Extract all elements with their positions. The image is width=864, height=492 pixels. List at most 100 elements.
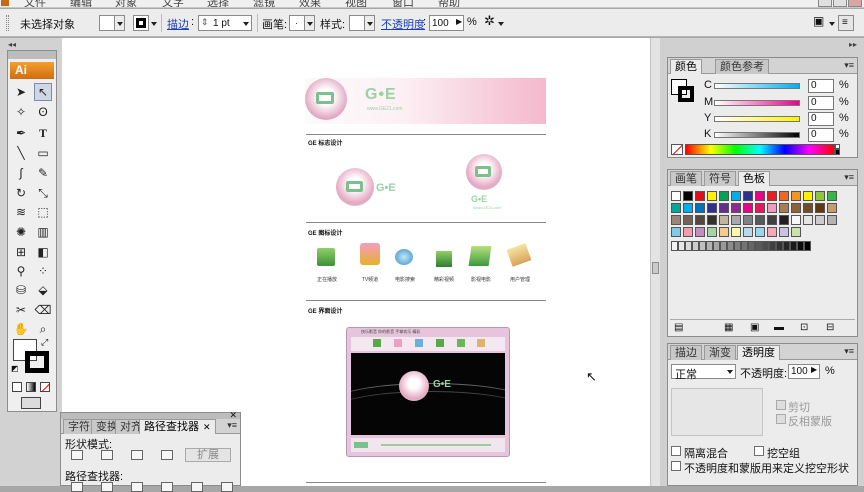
swatch[interactable] [707, 191, 717, 201]
swatch[interactable] [815, 203, 825, 213]
scale-tool-icon[interactable]: ⤡ [34, 184, 52, 202]
slider-y[interactable] [714, 116, 800, 122]
style-swatch[interactable] [349, 15, 365, 31]
swatch[interactable] [695, 215, 705, 225]
none-swatch[interactable] [671, 144, 683, 155]
swatch[interactable] [731, 191, 741, 201]
gray-swatch[interactable] [769, 241, 776, 251]
menu-view[interactable]: 视图 [345, 0, 367, 7]
swatch[interactable] [707, 215, 717, 225]
swatch[interactable] [779, 215, 789, 225]
swatch[interactable] [815, 215, 825, 225]
swatch[interactable] [683, 203, 693, 213]
direct-selection-tool-icon[interactable]: ↖ [34, 83, 52, 101]
swatch[interactable] [695, 191, 705, 201]
recolor-dropdown-arrow[interactable] [498, 22, 504, 26]
panel-opacity-field[interactable]: 100 ▶ [788, 364, 820, 379]
stepper-icon[interactable]: ⇕ [201, 17, 209, 28]
swatch[interactable] [731, 203, 741, 213]
eyedropper-tool-icon[interactable]: ⚲ [12, 262, 30, 280]
toolbox-header[interactable] [8, 51, 56, 59]
default-colors-icon[interactable]: ◩ [11, 364, 19, 373]
swatch[interactable] [719, 203, 729, 213]
vertical-scrollbar[interactable] [650, 38, 660, 486]
collapse-panels-icon[interactable]: ▸▸ [849, 40, 857, 49]
menu-filter[interactable]: 滤镜 [253, 0, 275, 7]
document-setup-icon[interactable]: ▣ [813, 14, 824, 28]
swatch-library-icon[interactable]: ▤ [674, 322, 683, 333]
tab-swatches[interactable]: 色板 [738, 171, 770, 186]
gray-swatch[interactable] [755, 241, 762, 251]
gray-swatch[interactable] [762, 241, 769, 251]
swatch[interactable] [791, 191, 801, 201]
swatch[interactable] [827, 215, 837, 225]
gray-swatch[interactable] [678, 241, 685, 251]
swatch[interactable] [755, 215, 765, 225]
brush-dropdown[interactable] [304, 15, 315, 31]
swatch[interactable] [827, 191, 837, 201]
recolor-icon[interactable]: ✲ [484, 13, 495, 29]
tab-transparency[interactable]: 透明度 [737, 345, 780, 360]
black-swatch[interactable] [835, 149, 840, 155]
new-swatch-icon[interactable]: ⊡ [800, 322, 808, 333]
panel-menu-icon[interactable]: ▾≡ [844, 172, 854, 183]
collapse-icon[interactable]: ◂◂ [8, 40, 16, 49]
grip-handle[interactable] [6, 15, 9, 31]
swatch[interactable] [731, 227, 741, 237]
style-dropdown[interactable] [364, 15, 375, 31]
swatch[interactable] [803, 215, 813, 225]
swatch[interactable] [719, 191, 729, 201]
menu-window[interactable]: 窗口 [392, 0, 414, 7]
gray-swatch[interactable] [713, 241, 720, 251]
panel-menu-icon[interactable]: ▾≡ [844, 60, 854, 71]
gray-swatch[interactable] [734, 241, 741, 251]
tab-gradient[interactable]: 渐变 [704, 345, 736, 360]
gray-swatch[interactable] [671, 241, 678, 251]
brush-swatch[interactable]: · [289, 15, 305, 31]
close-button[interactable] [848, 0, 862, 7]
line-tool-icon[interactable]: ╲ [12, 144, 30, 162]
gradient-mode-icon[interactable] [26, 382, 36, 392]
color-spectrum[interactable] [685, 144, 835, 155]
eraser-tool-icon[interactable]: ⌫ [34, 301, 52, 319]
color-mode-icon[interactable] [12, 382, 22, 392]
tab-pathfinder[interactable]: 路径查找器 ✕ [139, 419, 216, 434]
swatch[interactable] [719, 227, 729, 237]
live-paint-bucket-tool-icon[interactable]: ⛁ [12, 281, 30, 299]
define-knockout-checkbox[interactable] [671, 461, 681, 471]
slider-k[interactable] [714, 132, 800, 138]
gray-swatch[interactable] [797, 241, 804, 251]
mesh-tool-icon[interactable]: ⊞ [12, 243, 30, 261]
gray-swatch[interactable] [720, 241, 727, 251]
minimize-button[interactable] [818, 0, 832, 7]
color-stroke-box[interactable] [678, 86, 694, 102]
menu-file[interactable]: 文件 [24, 0, 46, 7]
clip-checkbox[interactable] [776, 400, 786, 410]
gray-swatch[interactable] [706, 241, 713, 251]
panel-menu-icon[interactable]: ▾≡ [227, 420, 237, 431]
column-graph-tool-icon[interactable]: ▥ [34, 223, 52, 241]
stroke-dropdown-arrow[interactable] [151, 22, 157, 26]
menu-edit[interactable]: 编辑 [70, 0, 92, 7]
intersect-icon[interactable] [131, 450, 143, 460]
opacity-link[interactable]: 不透明度 [381, 16, 425, 32]
swap-colors-icon[interactable]: ⤢ [41, 337, 48, 348]
swatch[interactable] [755, 203, 765, 213]
gray-swatch[interactable] [790, 241, 797, 251]
swatch[interactable] [755, 191, 765, 201]
gray-swatch[interactable] [692, 241, 699, 251]
invert-mask-checkbox[interactable] [776, 414, 786, 424]
triangle-right-icon[interactable]: ▶ [456, 17, 462, 26]
gray-swatch[interactable] [699, 241, 706, 251]
swatch[interactable] [767, 227, 777, 237]
pen-tool-icon[interactable]: ✒ [12, 124, 30, 142]
menu-help[interactable]: 帮助 [438, 0, 460, 7]
tab-symbols[interactable]: 符号 [704, 171, 736, 186]
swatch[interactable] [815, 191, 825, 201]
paintbrush-tool-icon[interactable]: ∫ [12, 164, 30, 182]
maximize-button[interactable] [833, 0, 847, 7]
screen-mode-icon[interactable] [21, 397, 41, 409]
menu-type[interactable]: 文字 [162, 0, 184, 7]
pencil-tool-icon[interactable]: ✎ [34, 164, 52, 182]
stroke-color-box[interactable] [25, 351, 49, 373]
